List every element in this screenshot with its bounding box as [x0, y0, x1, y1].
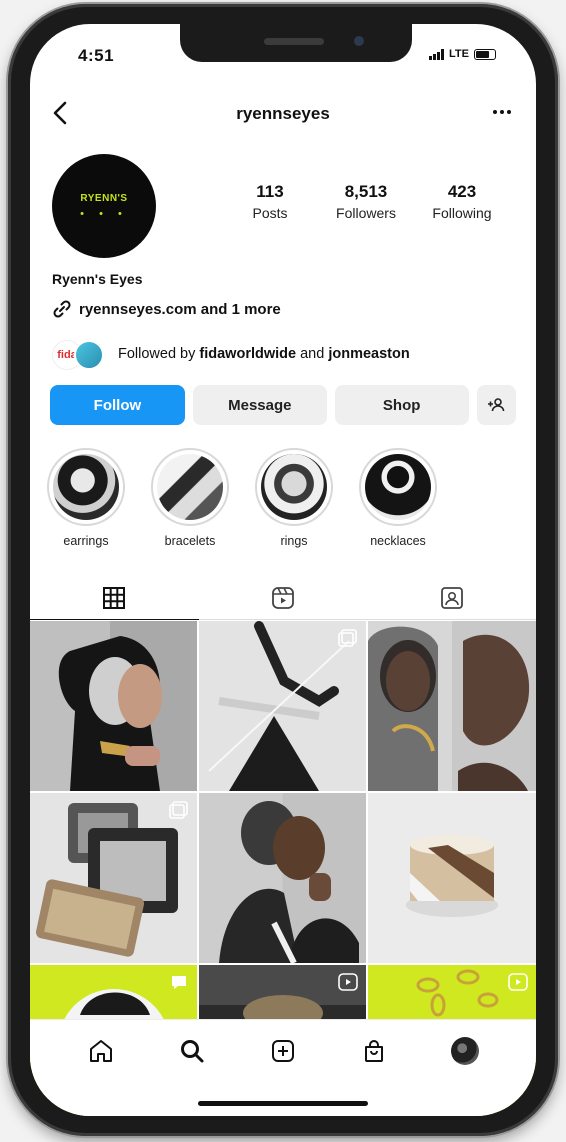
highlight-label: earrings: [63, 534, 109, 548]
reels-icon: [272, 586, 294, 609]
comment-post-icon: [172, 976, 186, 989]
highlight-ring: [359, 448, 437, 526]
search-icon: [181, 1040, 204, 1063]
screen: 4:51 LTE ryennseyes RYENN'S • • • 113 Po…: [30, 24, 536, 1116]
nav-create[interactable]: [266, 1034, 300, 1068]
nav-home[interactable]: [84, 1034, 118, 1068]
home-indicator: [198, 1101, 368, 1106]
mutual-avatar-jon: [74, 340, 104, 370]
highlight-ring: [47, 448, 125, 526]
profile-tabs: [30, 576, 536, 620]
highlight-label: rings: [280, 534, 308, 548]
post-thumbnail[interactable]: [199, 621, 366, 791]
front-camera: [354, 36, 364, 46]
post-image: [406, 835, 498, 917]
speaker: [264, 38, 324, 45]
nav-profile[interactable]: [448, 1034, 482, 1068]
add-post-icon: [271, 1040, 294, 1062]
highlight-ring: [151, 448, 229, 526]
post-image: [219, 801, 359, 963]
notch: [180, 24, 412, 62]
shopping-bag-icon: [364, 1040, 383, 1062]
mutual-user-2: jonmeaston: [328, 346, 410, 362]
story-highlights: earrings bracelets rings necklaces: [46, 448, 520, 548]
display-name: Ryenn's Eyes: [52, 271, 143, 287]
home-icon: [90, 1040, 113, 1062]
shop-button[interactable]: Shop: [334, 385, 469, 425]
followed-by-text: Followed by fidaworldwide and jonmeaston: [118, 346, 410, 362]
reel-post-icon: [508, 973, 528, 991]
post-thumbnail[interactable]: [30, 793, 197, 963]
post-thumbnail[interactable]: [30, 621, 197, 791]
highlight-cover: [157, 454, 223, 520]
profile-avatar[interactable]: RYENN'S • • •: [52, 154, 156, 258]
multi-post-icon: [338, 629, 357, 647]
mutual-avatars: fida: [52, 338, 108, 370]
stat-label: Posts: [252, 205, 288, 221]
nav-shop[interactable]: [357, 1034, 391, 1068]
bottom-navigation: [30, 1019, 536, 1116]
mutual-user-1: fidaworldwide: [199, 346, 297, 362]
post-image: [58, 636, 162, 791]
highlight-bracelets[interactable]: bracelets: [150, 448, 230, 548]
link-text: ryennseyes.com and 1 more: [79, 300, 281, 318]
add-person-icon: [488, 398, 505, 412]
signal-icon: [429, 48, 445, 60]
highlight-cover: [365, 454, 431, 520]
followed-prefix: Followed by: [118, 346, 196, 362]
avatar-logo-text: RYENN'S: [80, 192, 128, 204]
status-icons: LTE: [429, 48, 496, 60]
profile-summary: RYENN'S • • • 113 Posts 8,513 Followers …: [52, 154, 514, 264]
profile-username: ryennseyes: [236, 104, 330, 123]
battery-icon: [474, 48, 496, 60]
highlight-label: necklaces: [370, 534, 426, 548]
stat-value: 113: [256, 182, 284, 201]
suggested-users-button[interactable]: [476, 385, 516, 425]
link-icon: [53, 300, 71, 318]
followed-by[interactable]: fida Followed by fidaworldwide and jonme…: [52, 338, 410, 370]
post-thumbnail[interactable]: [368, 793, 536, 963]
profile-header: ryennseyes: [30, 96, 536, 132]
profile-avatar-icon: [450, 1037, 479, 1065]
tab-tagged[interactable]: [367, 576, 536, 620]
highlight-earrings[interactable]: earrings: [46, 448, 126, 548]
followed-and: and: [300, 346, 325, 362]
stat-value: 8,513: [344, 182, 388, 201]
profile-actions: Follow Message Shop: [50, 385, 516, 425]
stat-value: 423: [447, 182, 477, 201]
follow-button[interactable]: Follow: [50, 385, 185, 425]
profile-stats: 113 Posts 8,513 Followers 423 Following: [222, 182, 510, 221]
post-thumbnail[interactable]: [368, 621, 536, 791]
highlight-necklaces[interactable]: necklaces: [358, 448, 438, 548]
highlight-ring: [255, 448, 333, 526]
post-image: [368, 626, 530, 791]
tagged-icon: [440, 586, 463, 609]
stat-following[interactable]: 423 Following: [414, 182, 510, 221]
highlight-rings[interactable]: rings: [254, 448, 334, 548]
reel-post-icon: [338, 973, 358, 991]
tab-posts-grid[interactable]: [30, 576, 199, 620]
message-button[interactable]: Message: [192, 385, 327, 425]
status-time: 4:51: [78, 46, 115, 65]
profile-link[interactable]: ryennseyes.com and 1 more: [52, 299, 281, 319]
stat-posts[interactable]: 113 Posts: [222, 182, 318, 221]
network-label: LTE: [449, 48, 469, 60]
stat-label: Followers: [336, 205, 396, 221]
grid-icon: [103, 586, 126, 609]
stat-followers[interactable]: 8,513 Followers: [318, 182, 414, 221]
multi-post-icon: [169, 801, 188, 819]
highlight-cover: [261, 454, 327, 520]
stat-label: Following: [432, 205, 492, 221]
nav-search[interactable]: [175, 1034, 209, 1068]
highlight-label: bracelets: [164, 534, 216, 548]
tab-reels[interactable]: [198, 576, 368, 620]
phone-frame: 4:51 LTE ryennseyes RYENN'S • • • 113 Po…: [8, 4, 558, 1136]
highlight-cover: [53, 454, 119, 520]
avatar-logo-dots: • • •: [80, 207, 128, 220]
more-options-icon[interactable]: [488, 102, 516, 122]
post-thumbnail[interactable]: [199, 793, 366, 963]
